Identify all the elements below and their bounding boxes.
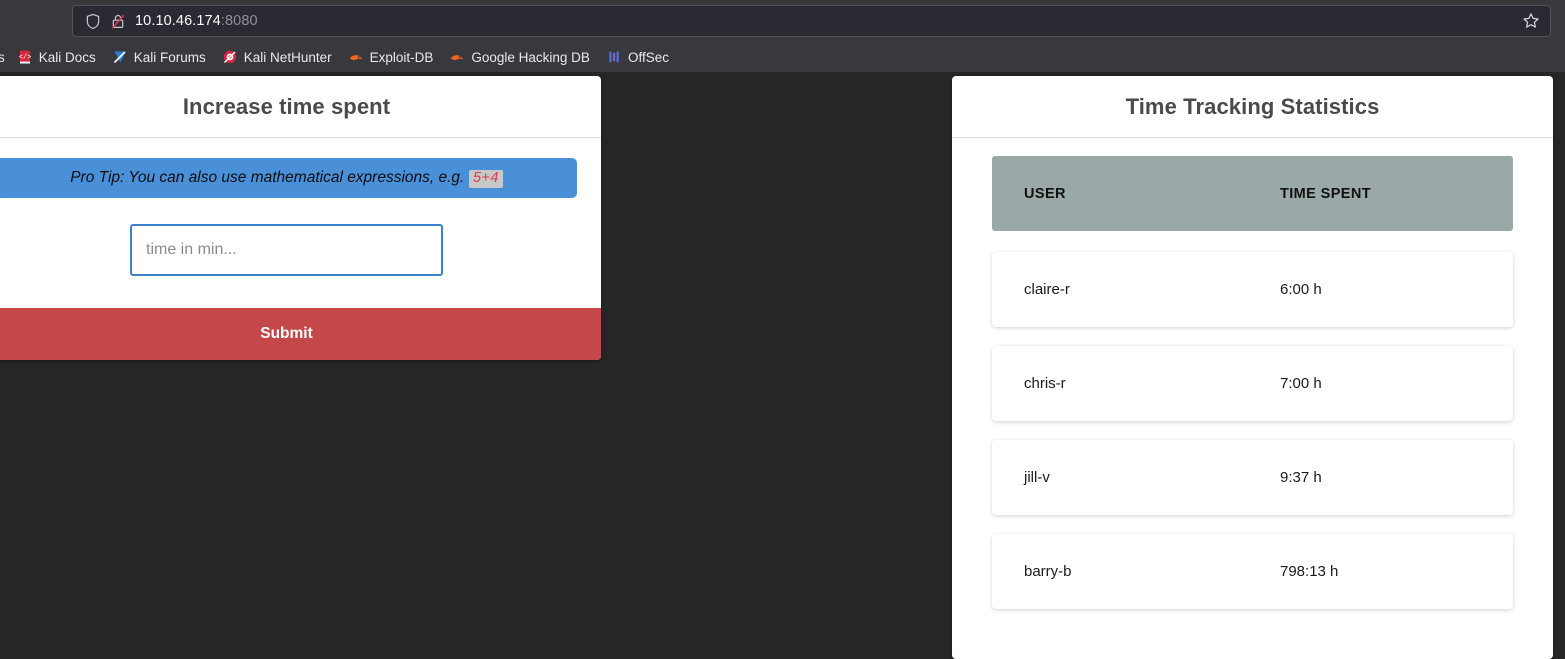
increase-time-card-body: Pro Tip: You can also use mathematical e… bbox=[0, 138, 601, 300]
browser-chrome: 10.10.46.174:8080 s </> Kali Docs Kali F… bbox=[0, 0, 1565, 72]
cell-user: barry-b bbox=[1024, 563, 1072, 580]
bookmark-label: Kali NetHunter bbox=[243, 49, 332, 65]
bookmark-item-cut[interactable]: s bbox=[0, 47, 9, 68]
pro-tip-text: Pro Tip: You can also use mathematical e… bbox=[70, 169, 465, 186]
bookmark-item-offsec[interactable]: OffSec bbox=[598, 46, 677, 68]
cell-time-spent: 9:37 h bbox=[1280, 469, 1322, 486]
bookmark-label: Kali Forums bbox=[133, 49, 206, 65]
submit-button[interactable]: Submit bbox=[0, 308, 601, 360]
url-text[interactable]: 10.10.46.174:8080 bbox=[135, 13, 1513, 29]
time-tracking-statistics-card: Time Tracking Statistics USER TIME SPENT… bbox=[952, 76, 1553, 659]
column-header-user: USER bbox=[1024, 185, 1066, 202]
table-row[interactable]: barry-b 798:13 h bbox=[992, 534, 1513, 609]
lock-crossed-icon[interactable] bbox=[110, 13, 126, 30]
bookmark-item-kali-nethunter[interactable]: Kali NetHunter bbox=[214, 46, 340, 68]
cell-time-spent: 798:13 h bbox=[1280, 563, 1339, 580]
cell-time-spent: 6:00 h bbox=[1280, 281, 1322, 298]
pro-tip-code-example: 5+4 bbox=[468, 170, 503, 188]
offsec-icon bbox=[606, 49, 622, 65]
star-outline-icon[interactable] bbox=[1522, 12, 1540, 30]
cell-user: claire-r bbox=[1024, 281, 1070, 298]
kali-forums-icon bbox=[112, 49, 128, 65]
cell-user: chris-r bbox=[1024, 375, 1066, 392]
cell-time-spent: 7:00 h bbox=[1280, 375, 1322, 392]
svg-text:</>: </> bbox=[18, 54, 31, 62]
table-row[interactable]: claire-r 6:00 h bbox=[992, 252, 1513, 327]
column-header-time-spent: TIME SPENT bbox=[1280, 185, 1372, 202]
kali-docs-icon: </> bbox=[17, 49, 33, 65]
google-hacking-db-icon bbox=[449, 49, 465, 65]
increase-time-card: Increase time spent Pro Tip: You can als… bbox=[0, 76, 601, 360]
increase-time-card-header: Increase time spent bbox=[0, 76, 601, 138]
pro-tip-banner: Pro Tip: You can also use mathematical e… bbox=[0, 158, 577, 198]
bookmark-item-kali-forums[interactable]: Kali Forums bbox=[104, 46, 214, 68]
statistics-table: USER TIME SPENT claire-r 6:00 h chris-r … bbox=[952, 138, 1553, 650]
statistics-card-header: Time Tracking Statistics bbox=[952, 76, 1553, 138]
bookmark-label: Kali Docs bbox=[38, 49, 96, 65]
address-bar[interactable]: 10.10.46.174:8080 bbox=[72, 5, 1551, 37]
bookmark-label: Exploit-DB bbox=[369, 49, 434, 65]
page-title: Increase time spent bbox=[182, 94, 391, 119]
kali-nethunter-icon bbox=[222, 49, 238, 65]
table-row[interactable]: chris-r 7:00 h bbox=[992, 346, 1513, 421]
time-in-min-input[interactable] bbox=[130, 224, 443, 276]
bookmark-label: s bbox=[0, 49, 5, 65]
bookmark-label: OffSec bbox=[627, 49, 669, 65]
shield-icon[interactable] bbox=[85, 13, 101, 30]
exploit-db-icon bbox=[348, 49, 364, 65]
bookmark-item-kali-docs[interactable]: </> Kali Docs bbox=[9, 46, 104, 68]
table-row[interactable]: jill-v 9:37 h bbox=[992, 440, 1513, 515]
table-header-row: USER TIME SPENT bbox=[992, 156, 1513, 231]
bookmark-item-exploit-db[interactable]: Exploit-DB bbox=[340, 46, 442, 68]
bookmark-item-google-hacking-db[interactable]: Google Hacking DB bbox=[441, 46, 598, 68]
url-bar-row: 10.10.46.174:8080 bbox=[0, 0, 1565, 42]
page-content: Increase time spent Pro Tip: You can als… bbox=[0, 72, 1565, 659]
url-host: 10.10.46.174 bbox=[135, 13, 221, 29]
bookmarks-toolbar: s </> Kali Docs Kali Forums Kali NetHunt… bbox=[0, 42, 1565, 72]
bookmark-label: Google Hacking DB bbox=[471, 49, 590, 65]
statistics-title: Time Tracking Statistics bbox=[1125, 94, 1380, 119]
url-port: :8080 bbox=[220, 13, 258, 29]
time-input-wrapper bbox=[0, 224, 577, 276]
cell-user: jill-v bbox=[1024, 469, 1050, 486]
